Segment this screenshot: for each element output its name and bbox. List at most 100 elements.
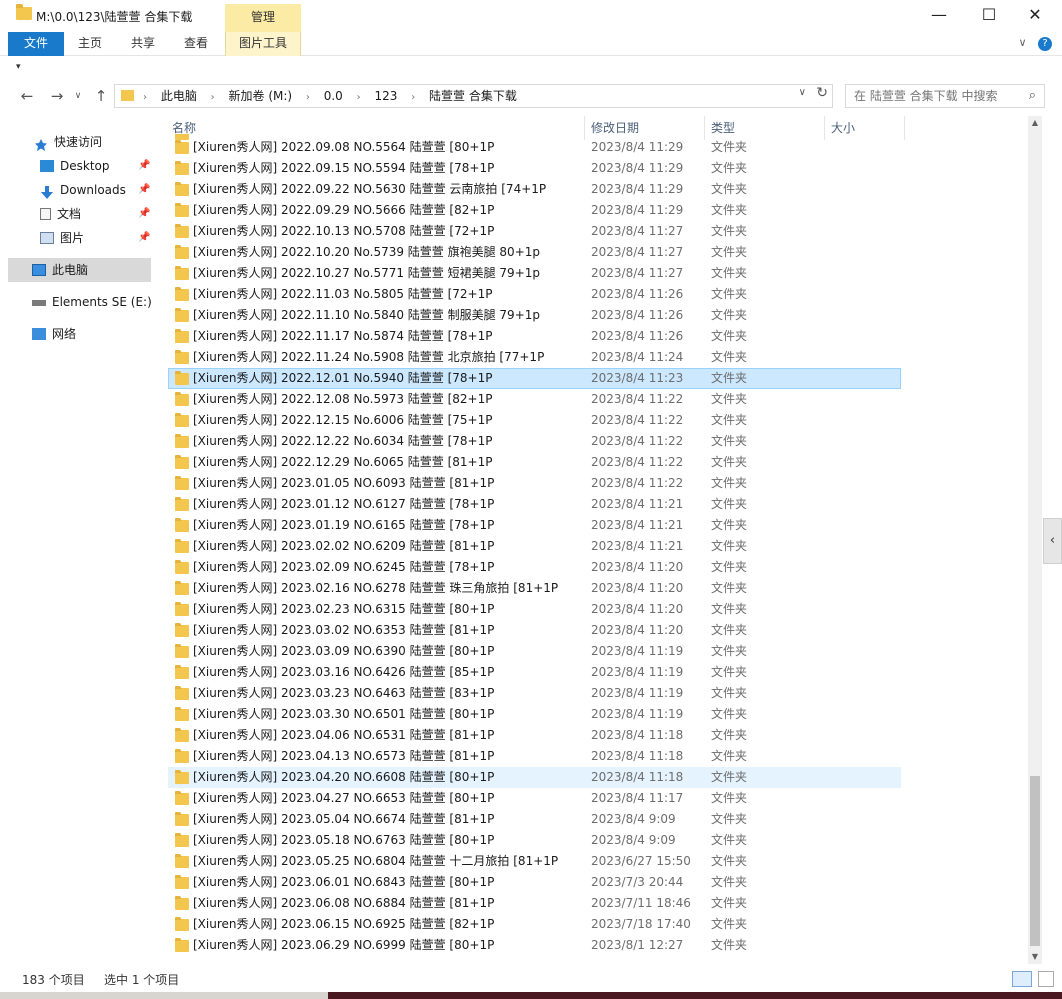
table-row[interactable]: [Xiuren秀人网] 2023.03.30 NO.6501 陆萱萱 [80+1… — [158, 704, 1028, 725]
breadcrumb-separator[interactable]: › — [411, 92, 415, 103]
help-icon[interactable]: ? — [1038, 37, 1052, 51]
file-name[interactable]: [Xiuren秀人网] 2023.04.06 NO.6531 陆萱萱 [81+1… — [193, 725, 583, 746]
nav-item-desktop[interactable]: Desktop 📌 — [0, 154, 150, 178]
table-row[interactable]: [Xiuren秀人网] 2022.12.22 No.6034 陆萱萱 [78+1… — [158, 431, 1028, 452]
file-name[interactable]: [Xiuren秀人网] 2022.09.29 NO.5666 陆萱萱 [82+1… — [193, 200, 583, 221]
table-row[interactable]: [Xiuren秀人网] 2023.02.02 NO.6209 陆萱萱 [81+1… — [158, 536, 1028, 557]
file-name[interactable]: [Xiuren秀人网] 2023.02.09 NO.6245 陆萱萱 [78+1… — [193, 557, 583, 578]
breadcrumb-drive-m[interactable]: 新加卷 (M:) — [229, 89, 293, 103]
table-row[interactable]: [Xiuren秀人网] 2022.12.08 No.5973 陆萱萱 [82+1… — [158, 389, 1028, 410]
table-row[interactable]: [Xiuren秀人网] 2022.11.03 No.5805 陆萱萱 [72+1… — [158, 284, 1028, 305]
tab-share[interactable]: 共享 — [122, 32, 164, 56]
table-row[interactable]: [Xiuren秀人网] 2023.02.16 NO.6278 陆萱萱 珠三角旅拍… — [158, 578, 1028, 599]
file-name[interactable]: [Xiuren秀人网] 2022.09.15 NO.5594 陆萱萱 [78+1… — [193, 158, 583, 179]
file-name[interactable]: [Xiuren秀人网] 2023.01.19 NO.6165 陆萱萱 [78+1… — [193, 515, 583, 536]
preview-pane-toggle[interactable]: ‹ — [1043, 518, 1062, 564]
nav-item-downloads[interactable]: Downloads 📌 — [0, 178, 150, 202]
file-name[interactable]: [Xiuren秀人网] 2022.12.08 No.5973 陆萱萱 [82+1… — [193, 389, 583, 410]
file-name[interactable]: [Xiuren秀人网] 2023.04.27 NO.6653 陆萱萱 [80+1… — [193, 788, 583, 809]
scroll-up-icon[interactable]: ▲ — [1028, 116, 1042, 130]
file-name[interactable]: [Xiuren秀人网] 2023.05.18 NO.6763 陆萱萱 [80+1… — [193, 830, 583, 851]
nav-item-elements-drive[interactable]: Elements SE (E:) — [0, 290, 152, 314]
file-name[interactable]: [Xiuren秀人网] 2023.04.13 NO.6573 陆萱萱 [81+1… — [193, 746, 583, 767]
breadcrumb-separator[interactable]: › — [211, 92, 215, 103]
table-row[interactable]: [Xiuren秀人网] 2023.04.27 NO.6653 陆萱萱 [80+1… — [158, 788, 1028, 809]
scroll-down-icon[interactable]: ▼ — [1028, 950, 1042, 964]
table-row[interactable]: [Xiuren秀人网] 2023.01.19 NO.6165 陆萱萱 [78+1… — [158, 515, 1028, 536]
file-name[interactable]: [Xiuren秀人网] 2022.10.27 No.5771 陆萱萱 短裙美腿 … — [193, 263, 583, 284]
table-row[interactable]: [Xiuren秀人网] 2023.01.05 NO.6093 陆萱萱 [81+1… — [158, 473, 1028, 494]
file-name[interactable]: [Xiuren秀人网] 2023.06.08 NO.6884 陆萱萱 [81+1… — [193, 893, 583, 914]
file-name[interactable]: [Xiuren秀人网] 2022.09.08 NO.5564 陆萱萱 [80+1… — [193, 137, 583, 158]
table-row[interactable]: [Xiuren秀人网] 2023.05.04 NO.6674 陆萱萱 [81+1… — [158, 809, 1028, 830]
tab-home[interactable]: 主页 — [70, 32, 110, 56]
table-row[interactable]: [Xiuren秀人网] 2023.05.25 NO.6804 陆萱萱 十二月旅拍… — [158, 851, 1028, 872]
manage-tab[interactable]: 管理 — [225, 4, 301, 32]
search-icon[interactable]: ⌕ — [1029, 88, 1036, 103]
file-name[interactable]: [Xiuren秀人网] 2022.10.13 NO.5708 陆萱萱 [72+1… — [193, 221, 583, 242]
file-name[interactable]: [Xiuren秀人网] 2022.12.15 No.6006 陆萱萱 [75+1… — [193, 410, 583, 431]
minimize-button[interactable]: — — [916, 0, 962, 32]
table-row[interactable]: [Xiuren秀人网] 2023.02.09 NO.6245 陆萱萱 [78+1… — [158, 557, 1028, 578]
nav-item-documents[interactable]: 文档 📌 — [0, 202, 150, 226]
ribbon-expand-icon[interactable]: ∨ — [1018, 36, 1026, 49]
search-input[interactable] — [854, 86, 1024, 106]
file-name[interactable]: [Xiuren秀人网] 2022.12.22 No.6034 陆萱萱 [78+1… — [193, 431, 583, 452]
pin-icon[interactable]: 📌 — [138, 202, 150, 226]
table-row[interactable]: [Xiuren秀人网] 2022.11.24 No.5908 陆萱萱 北京旅拍 … — [158, 347, 1028, 368]
nav-item-quick-access[interactable]: 快速访问 — [0, 130, 150, 154]
forward-button[interactable]: → — [46, 86, 68, 108]
recent-locations-button[interactable]: ∨ — [72, 86, 84, 108]
nav-item-pictures[interactable]: 图片 📌 — [0, 226, 150, 250]
breadcrumb-123[interactable]: 123 — [374, 89, 397, 103]
file-name[interactable]: [Xiuren秀人网] 2023.03.09 NO.6390 陆萱萱 [80+1… — [193, 641, 583, 662]
table-row[interactable]: [Xiuren秀人网] 2023.06.08 NO.6884 陆萱萱 [81+1… — [158, 893, 1028, 914]
file-name[interactable]: [Xiuren秀人网] 2023.04.20 NO.6608 陆萱萱 [80+1… — [193, 767, 583, 788]
back-button[interactable]: ← — [16, 86, 38, 108]
nav-item-this-pc[interactable]: 此电脑 — [8, 258, 151, 282]
close-button[interactable]: ✕ — [1012, 0, 1058, 32]
file-name[interactable]: [Xiuren秀人网] 2023.06.15 NO.6925 陆萱萱 [82+1… — [193, 914, 583, 935]
file-name[interactable]: [Xiuren秀人网] 2023.02.02 NO.6209 陆萱萱 [81+1… — [193, 536, 583, 557]
file-name[interactable]: [Xiuren秀人网] 2023.05.04 NO.6674 陆萱萱 [81+1… — [193, 809, 583, 830]
table-row[interactable]: [Xiuren秀人网] 2023.02.23 NO.6315 陆萱萱 [80+1… — [158, 599, 1028, 620]
table-row[interactable]: [Xiuren秀人网] 2023.06.01 NO.6843 陆萱萱 [80+1… — [158, 872, 1028, 893]
maximize-button[interactable]: ☐ — [966, 0, 1012, 32]
file-name[interactable]: [Xiuren秀人网] 2023.03.02 NO.6353 陆萱萱 [81+1… — [193, 620, 583, 641]
file-name[interactable]: [Xiuren秀人网] 2023.01.05 NO.6093 陆萱萱 [81+1… — [193, 473, 583, 494]
table-row[interactable]: [Xiuren秀人网] 2023.04.20 NO.6608 陆萱萱 [80+1… — [158, 767, 1028, 788]
scrollbar-thumb[interactable] — [1030, 776, 1040, 946]
table-row[interactable]: [Xiuren秀人网] 2022.10.20 No.5739 陆萱萱 旗袍美腿 … — [158, 242, 1028, 263]
table-row[interactable]: [Xiuren秀人网] 2022.11.17 No.5874 陆萱萱 [78+1… — [158, 326, 1028, 347]
table-row[interactable]: [Xiuren秀人网] 2022.09.15 NO.5594 陆萱萱 [78+1… — [158, 158, 1028, 179]
file-name[interactable]: [Xiuren秀人网] 2023.02.23 NO.6315 陆萱萱 [80+1… — [193, 599, 583, 620]
tab-view[interactable]: 查看 — [176, 32, 216, 56]
table-row[interactable]: [Xiuren秀人网] 2022.12.01 No.5940 陆萱萱 [78+1… — [158, 368, 1028, 389]
pin-icon[interactable]: 📌 — [138, 154, 150, 178]
table-row[interactable]: [Xiuren秀人网] 2023.03.23 NO.6463 陆萱萱 [83+1… — [158, 683, 1028, 704]
table-row[interactable]: [Xiuren秀人网] 2023.03.09 NO.6390 陆萱萱 [80+1… — [158, 641, 1028, 662]
up-button[interactable]: ↑ — [90, 86, 112, 108]
file-name[interactable]: [Xiuren秀人网] 2023.06.01 NO.6843 陆萱萱 [80+1… — [193, 872, 583, 893]
tab-file[interactable]: 文件 — [8, 32, 64, 56]
breadcrumb-separator[interactable]: › — [357, 92, 361, 103]
breadcrumb-current-folder[interactable]: 陆萱萱 合集下载 — [429, 89, 517, 103]
table-row[interactable]: [Xiuren秀人网] 2022.09.08 NO.5564 陆萱萱 [80+1… — [158, 137, 1028, 158]
table-row[interactable]: [Xiuren秀人网] 2023.01.12 NO.6127 陆萱萱 [78+1… — [158, 494, 1028, 515]
vertical-scrollbar[interactable]: ▲ ▼ — [1028, 116, 1042, 964]
table-row[interactable]: [Xiuren秀人网] 2023.06.15 NO.6925 陆萱萱 [82+1… — [158, 914, 1028, 935]
file-name[interactable]: [Xiuren秀人网] 2022.12.01 No.5940 陆萱萱 [78+1… — [193, 368, 583, 389]
table-row[interactable]: [Xiuren秀人网] 2023.06.29 NO.6999 陆萱萱 [80+1… — [158, 935, 1028, 956]
table-row[interactable]: [Xiuren秀人网] 2023.03.02 NO.6353 陆萱萱 [81+1… — [158, 620, 1028, 641]
breadcrumb-this-pc[interactable]: 此电脑 — [161, 89, 197, 103]
file-name[interactable]: [Xiuren秀人网] 2023.01.12 NO.6127 陆萱萱 [78+1… — [193, 494, 583, 515]
pin-icon[interactable]: 📌 — [138, 178, 150, 202]
table-row[interactable]: [Xiuren秀人网] 2023.04.13 NO.6573 陆萱萱 [81+1… — [158, 746, 1028, 767]
table-row[interactable]: [Xiuren秀人网] 2022.12.15 No.6006 陆萱萱 [75+1… — [158, 410, 1028, 431]
file-name[interactable]: [Xiuren秀人网] 2022.09.22 NO.5630 陆萱萱 云南旅拍 … — [193, 179, 583, 200]
large-icons-view-icon[interactable] — [1038, 971, 1054, 987]
nav-item-network[interactable]: 网络 — [0, 322, 150, 346]
file-name[interactable]: [Xiuren秀人网] 2022.11.10 No.5840 陆萱萱 制服美腿 … — [193, 305, 583, 326]
breadcrumb-separator[interactable]: › — [306, 92, 310, 103]
address-dropdown-icon[interactable]: ∨ — [799, 87, 806, 98]
